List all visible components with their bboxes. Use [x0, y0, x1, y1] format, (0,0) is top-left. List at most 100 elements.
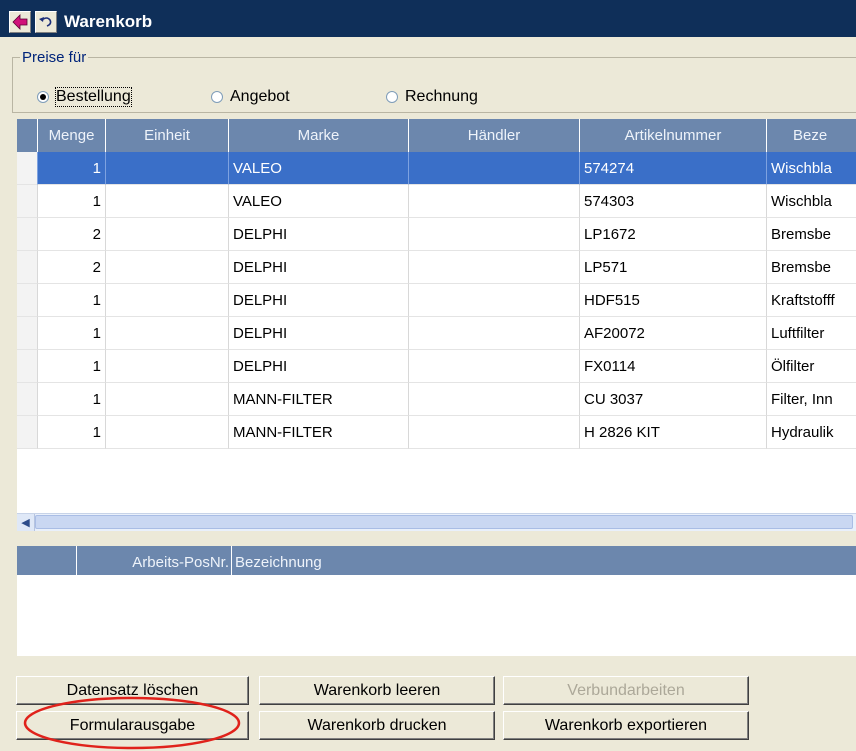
cell-haendler[interactable] [409, 152, 580, 185]
title-bar: Warenkorb [0, 0, 856, 37]
export-cart-button[interactable]: Warenkorb exportieren [503, 711, 749, 740]
column-header-haendler[interactable]: Händler [409, 119, 580, 152]
clear-cart-button[interactable]: Warenkorb leeren [259, 676, 495, 705]
cell-menge[interactable]: 1 [38, 284, 106, 317]
cell-haendler[interactable] [409, 350, 580, 383]
cell-haendler[interactable] [409, 251, 580, 284]
cell-marke[interactable]: DELPHI [229, 284, 409, 317]
table-row[interactable]: 2 DELPHI LP1672 Bremsbe [17, 218, 856, 251]
cell-artikelnummer[interactable]: FX0114 [580, 350, 767, 383]
cell-menge[interactable]: 1 [38, 383, 106, 416]
row-selector[interactable] [17, 317, 38, 350]
undo-button[interactable] [35, 11, 57, 33]
cell-artikelnummer[interactable]: H 2826 KIT [580, 416, 767, 449]
cart-table: Menge Einheit Marke Händler Artikelnumme… [17, 119, 856, 513]
cell-einheit[interactable] [106, 218, 229, 251]
table-row[interactable]: 1 DELPHI AF20072 Luftfilter [17, 317, 856, 350]
cell-haendler[interactable] [409, 218, 580, 251]
cell-haendler[interactable] [409, 416, 580, 449]
scroll-left-button[interactable]: ◀ [17, 514, 35, 531]
cell-einheit[interactable] [106, 152, 229, 185]
cell-haendler[interactable] [409, 284, 580, 317]
cell-einheit[interactable] [106, 383, 229, 416]
cell-bezeichnung[interactable]: Kraftstofff [767, 284, 856, 317]
row-selector[interactable] [17, 416, 38, 449]
column-header-bezeichnung[interactable]: Beze [767, 119, 856, 152]
table-row[interactable]: 1 DELPHI HDF515 Kraftstofff [17, 284, 856, 317]
cell-einheit[interactable] [106, 350, 229, 383]
table-row[interactable]: 1 MANN-FILTER CU 3037 Filter, Inn [17, 383, 856, 416]
cell-bezeichnung[interactable]: Filter, Inn [767, 383, 856, 416]
cell-einheit[interactable] [106, 251, 229, 284]
row-selector[interactable] [17, 185, 38, 218]
row-selector[interactable] [17, 251, 38, 284]
cell-marke[interactable]: MANN-FILTER [229, 383, 409, 416]
row-selector[interactable] [17, 152, 38, 185]
row-selector[interactable] [17, 350, 38, 383]
delete-record-button[interactable]: Datensatz löschen [16, 676, 249, 705]
cell-einheit[interactable] [106, 185, 229, 218]
cell-artikelnummer[interactable]: 574274 [580, 152, 767, 185]
column-header-bezeichnung-work[interactable]: Bezeichnung [232, 546, 856, 579]
cell-artikelnummer[interactable]: LP1672 [580, 218, 767, 251]
cell-bezeichnung[interactable]: Ölfilter [767, 350, 856, 383]
cell-marke[interactable]: DELPHI [229, 251, 409, 284]
cell-marke[interactable]: MANN-FILTER [229, 416, 409, 449]
cell-marke[interactable]: VALEO [229, 152, 409, 185]
cell-artikelnummer[interactable]: LP571 [580, 251, 767, 284]
work-items-table: Arbeits-PosNr. Bezeichnung [17, 546, 856, 656]
cell-haendler[interactable] [409, 317, 580, 350]
table-row[interactable]: 1 VALEO 574303 Wischbla [17, 185, 856, 218]
cell-artikelnummer[interactable]: CU 3037 [580, 383, 767, 416]
scrollbar-thumb[interactable] [35, 515, 853, 529]
back-arrow-button[interactable] [9, 11, 31, 33]
table-row[interactable]: 2 DELPHI LP571 Bremsbe [17, 251, 856, 284]
cell-marke[interactable]: DELPHI [229, 317, 409, 350]
cell-einheit[interactable] [106, 317, 229, 350]
cell-marke[interactable]: DELPHI [229, 350, 409, 383]
cell-menge[interactable]: 2 [38, 218, 106, 251]
horizontal-scrollbar[interactable]: ◀ [17, 513, 856, 531]
cell-bezeichnung[interactable]: Bremsbe [767, 251, 856, 284]
row-selector[interactable] [17, 218, 38, 251]
column-header-marke[interactable]: Marke [229, 119, 409, 152]
cell-artikelnummer[interactable]: HDF515 [580, 284, 767, 317]
cell-menge[interactable]: 1 [38, 317, 106, 350]
cell-marke[interactable]: VALEO [229, 185, 409, 218]
column-header-arbeits-posnr[interactable]: Arbeits-PosNr. [77, 546, 232, 579]
column-header-menge[interactable]: Menge [38, 119, 106, 152]
radio-rechnung[interactable]: Rechnung [386, 86, 478, 108]
cell-bezeichnung[interactable]: Wischbla [767, 185, 856, 218]
cell-einheit[interactable] [106, 416, 229, 449]
table-row[interactable]: 1 DELPHI FX0114 Ölfilter [17, 350, 856, 383]
radio-label: Rechnung [405, 88, 478, 105]
row-selector[interactable] [17, 383, 38, 416]
row-selector[interactable] [17, 284, 38, 317]
cell-haendler[interactable] [409, 383, 580, 416]
radio-dot [386, 91, 398, 103]
compound-work-button[interactable]: Verbundarbeiten [503, 676, 749, 705]
radio-bestellung[interactable]: Bestellung [37, 86, 132, 108]
table-row[interactable]: 1 MANN-FILTER H 2826 KIT Hydraulik [17, 416, 856, 449]
form-output-button[interactable]: Formularausgabe [16, 711, 249, 740]
cell-artikelnummer[interactable]: AF20072 [580, 317, 767, 350]
cell-bezeichnung[interactable]: Bremsbe [767, 218, 856, 251]
radio-dot [37, 91, 49, 103]
cell-haendler[interactable] [409, 185, 580, 218]
column-header-einheit[interactable]: Einheit [106, 119, 229, 152]
radio-angebot[interactable]: Angebot [211, 86, 290, 108]
cell-marke[interactable]: DELPHI [229, 218, 409, 251]
cell-menge[interactable]: 2 [38, 251, 106, 284]
print-cart-button[interactable]: Warenkorb drucken [259, 711, 495, 740]
column-header-artikelnummer[interactable]: Artikelnummer [580, 119, 767, 152]
cell-artikelnummer[interactable]: 574303 [580, 185, 767, 218]
cell-menge[interactable]: 1 [38, 350, 106, 383]
cell-einheit[interactable] [106, 284, 229, 317]
cell-menge[interactable]: 1 [38, 152, 106, 185]
cell-bezeichnung[interactable]: Wischbla [767, 152, 856, 185]
cell-bezeichnung[interactable]: Hydraulik [767, 416, 856, 449]
cell-menge[interactable]: 1 [38, 416, 106, 449]
table-row[interactable]: 1 VALEO 574274 Wischbla [17, 152, 856, 185]
cell-menge[interactable]: 1 [38, 185, 106, 218]
cell-bezeichnung[interactable]: Luftfilter [767, 317, 856, 350]
